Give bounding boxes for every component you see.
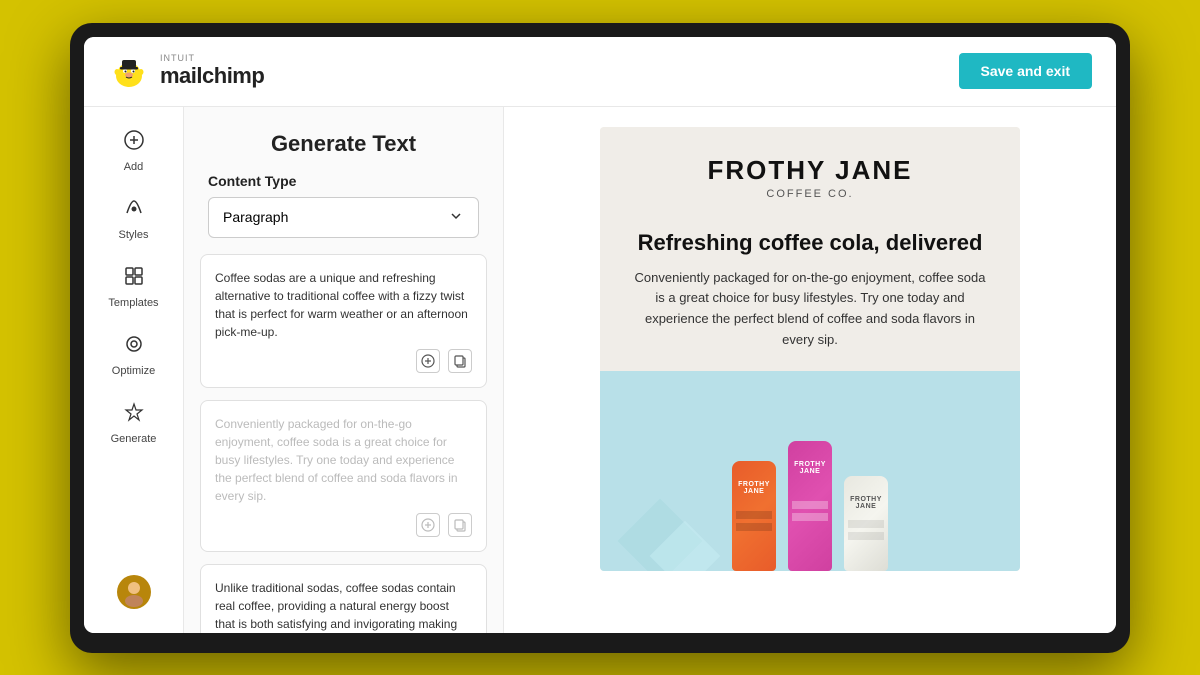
can-orange: FROTHYJANE bbox=[732, 461, 776, 571]
content-type-label: Content Type bbox=[208, 173, 479, 189]
save-exit-button[interactable]: Save and exit bbox=[959, 53, 1093, 89]
cans-container: FROTHYJANE FROTHYJANE FROTHYJANE bbox=[732, 441, 888, 571]
intuit-label: INTUIT bbox=[160, 53, 264, 63]
sidebar-item-templates[interactable]: Templates bbox=[94, 255, 174, 319]
text-card-3-content: Unlike traditional sodas, coffee sodas c… bbox=[215, 579, 472, 633]
sidebar-generate-label: Generate bbox=[111, 433, 157, 445]
can-pink-stripe bbox=[792, 501, 828, 509]
can-white-stripe bbox=[848, 520, 884, 528]
can-white-stripe-2 bbox=[848, 532, 884, 540]
sidebar: Add Styles Templates bbox=[84, 107, 184, 633]
center-panel: Generate Text Content Type Paragraph Cof… bbox=[184, 107, 504, 633]
card-1-copy-button[interactable] bbox=[448, 349, 472, 373]
text-card-1: Coffee sodas are a unique and refreshing… bbox=[200, 254, 487, 388]
preview-panel: FROTHY JANE COFFEE CO. Refreshing coffee… bbox=[504, 107, 1116, 633]
can-white-label: FROTHYJANE bbox=[844, 496, 888, 511]
email-header-area: FROTHY JANE COFFEE CO. bbox=[600, 127, 1020, 220]
logo-text: INTUIT mailchimp bbox=[160, 53, 264, 89]
card-1-add-button[interactable] bbox=[416, 349, 440, 373]
chevron-down-icon bbox=[448, 208, 464, 227]
templates-icon bbox=[123, 265, 145, 293]
panel-header: Generate Text bbox=[184, 107, 503, 173]
can-pink-stripe-2 bbox=[792, 513, 828, 521]
panel-title: Generate Text bbox=[208, 131, 479, 157]
optimize-icon bbox=[123, 333, 145, 361]
content-type-dropdown[interactable]: Paragraph bbox=[208, 197, 479, 238]
sidebar-item-generate[interactable]: Generate bbox=[94, 391, 174, 455]
avatar[interactable] bbox=[117, 575, 151, 609]
top-bar: INTUIT mailchimp Save and exit bbox=[84, 37, 1116, 107]
main-content: Add Styles Templates bbox=[84, 107, 1116, 633]
add-icon bbox=[123, 129, 145, 157]
email-body-text: Conveniently packaged for on-the-go enjo… bbox=[632, 268, 988, 351]
logo-area: INTUIT mailchimp bbox=[108, 50, 264, 92]
sidebar-styles-label: Styles bbox=[119, 229, 149, 241]
email-body: Refreshing coffee cola, delivered Conven… bbox=[600, 220, 1020, 371]
email-preview: FROTHY JANE COFFEE CO. Refreshing coffee… bbox=[600, 127, 1020, 571]
sidebar-bottom bbox=[117, 575, 151, 621]
can-orange-stripe-2 bbox=[736, 523, 772, 531]
brand-sub: COFFEE CO. bbox=[632, 188, 988, 200]
sidebar-optimize-label: Optimize bbox=[112, 365, 155, 377]
can-orange-label: FROTHYJANE bbox=[732, 481, 776, 496]
laptop-screen: INTUIT mailchimp Save and exit Add bbox=[84, 37, 1116, 633]
mailchimp-label: mailchimp bbox=[160, 63, 264, 89]
can-pink: FROTHYJANE bbox=[788, 441, 832, 571]
sidebar-item-styles[interactable]: Styles bbox=[94, 187, 174, 251]
card-2-add-button[interactable] bbox=[416, 513, 440, 537]
email-headline: Refreshing coffee cola, delivered bbox=[632, 230, 988, 256]
sidebar-add-label: Add bbox=[124, 161, 144, 173]
generate-icon bbox=[123, 401, 145, 429]
text-card-2-content: Conveniently packaged for on-the-go enjo… bbox=[215, 415, 472, 505]
card-2-copy-button[interactable] bbox=[448, 513, 472, 537]
text-card-2: Conveniently packaged for on-the-go enjo… bbox=[200, 400, 487, 552]
sidebar-item-add[interactable]: Add bbox=[94, 119, 174, 183]
dropdown-value: Paragraph bbox=[223, 209, 288, 225]
email-image-area: FROTHYJANE FROTHYJANE FROTHYJANE bbox=[600, 371, 1020, 571]
styles-icon bbox=[123, 197, 145, 225]
text-card-3: Unlike traditional sodas, coffee sodas c… bbox=[200, 564, 487, 633]
card-1-actions bbox=[215, 349, 472, 373]
brand-name: FROTHY JANE bbox=[632, 155, 988, 186]
card-2-actions bbox=[215, 513, 472, 537]
text-card-1-content: Coffee sodas are a unique and refreshing… bbox=[215, 269, 472, 341]
can-orange-stripe bbox=[736, 511, 772, 519]
laptop-notch bbox=[570, 23, 630, 35]
laptop-frame: INTUIT mailchimp Save and exit Add bbox=[70, 23, 1130, 653]
can-white: FROTHYJANE bbox=[844, 476, 888, 571]
can-pink-label: FROTHYJANE bbox=[788, 461, 832, 476]
sidebar-item-optimize[interactable]: Optimize bbox=[94, 323, 174, 387]
sidebar-templates-label: Templates bbox=[108, 297, 158, 309]
content-type-section: Content Type Paragraph bbox=[184, 173, 503, 254]
mailchimp-logo-icon bbox=[108, 50, 150, 92]
